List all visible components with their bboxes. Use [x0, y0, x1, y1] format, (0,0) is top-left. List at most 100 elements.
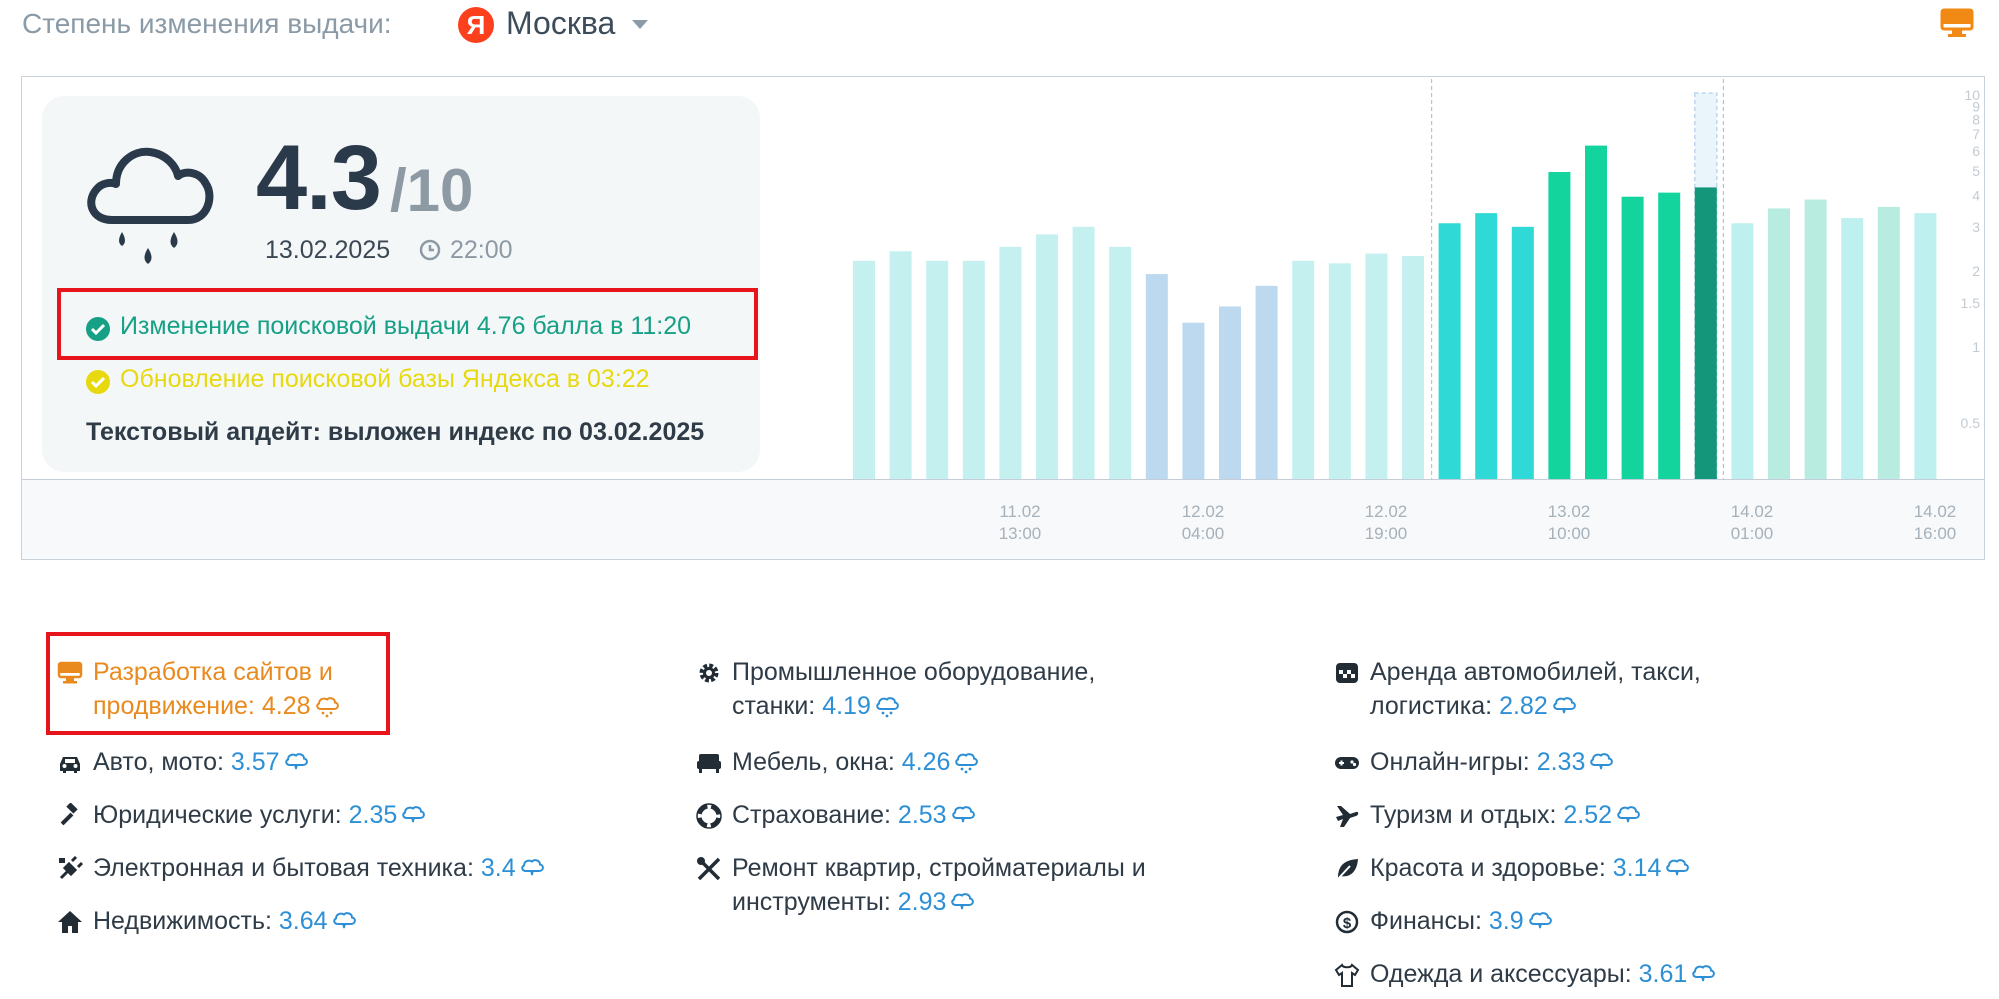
category-label[interactable]: Недвижимость: 3.64 [93, 904, 356, 938]
category-name: Разработка сайтов и [93, 658, 333, 686]
chart-bar [1109, 246, 1132, 479]
category-label[interactable]: Одежда и аксессуары: 3.61 [1370, 957, 1716, 991]
x-tick-label: 13:00 [999, 524, 1042, 543]
chart-bar [1402, 255, 1424, 479]
chart-bar [853, 260, 875, 479]
category-label[interactable]: Онлайн-игры: 2.33 [1370, 745, 1614, 779]
category-name-cont: инструменты: [732, 888, 891, 916]
monitor-icon[interactable] [1940, 8, 1974, 38]
category-label[interactable]: Красота и здоровье: 3.14 [1370, 851, 1690, 885]
y-tick-label: 3 [1972, 219, 1980, 235]
leaf-icon [1336, 859, 1358, 881]
chart-bar [1658, 192, 1681, 479]
x-tick-label: 16:00 [1914, 524, 1957, 543]
page-title: Степень изменения выдачи: [22, 8, 392, 39]
x-tick-label: 04:00 [1182, 524, 1225, 543]
plug-icon [59, 856, 83, 880]
category-value: 3.61 [1638, 960, 1688, 988]
category-value: 3.64 [278, 907, 328, 935]
car-icon [60, 757, 80, 773]
category-value: 4.28 [261, 692, 311, 720]
category-label[interactable]: Мебель, окна: 4.26 [732, 745, 979, 779]
x-tick-label: 14.02 [1914, 502, 1957, 521]
y-tick-label: 1 [1972, 339, 1980, 355]
x-tick-label: 19:00 [1365, 524, 1408, 543]
rain-cloud-icon [876, 697, 899, 718]
category-label[interactable]: Промышленное оборудование, станки: 4.19 [732, 655, 1095, 723]
cloud-icon [284, 753, 308, 770]
monitor-icon [57, 661, 83, 684]
cloud-icon [1617, 806, 1640, 823]
chart-bar [1877, 206, 1900, 479]
y-tick-label: 8 [1972, 111, 1980, 127]
svg-text:$: $ [1343, 915, 1352, 932]
rain-cloud-icon [955, 753, 979, 774]
category-value: 2.33 [1536, 748, 1586, 776]
y-tick-label: 2 [1972, 263, 1980, 279]
chart-bar [1731, 223, 1754, 479]
chart-bar [1292, 260, 1315, 479]
category-name: Юридические услуги: [93, 801, 342, 829]
y-tick-label: 7 [1972, 126, 1980, 142]
tools-icon [697, 857, 721, 881]
category-label[interactable]: Юридические услуги: 2.35 [93, 798, 426, 832]
category-value: 2.93 [897, 888, 947, 916]
x-tick-label: 13.02 [1548, 502, 1591, 521]
category-name-cont: станки: [732, 692, 816, 720]
chart-bar [1585, 145, 1607, 479]
category-value: 3.14 [1612, 854, 1662, 882]
yandex-logo: Я [458, 7, 494, 43]
chevron-down-icon[interactable] [632, 20, 648, 29]
category-name: Мебель, окна: [732, 748, 895, 776]
category-value: 2.82 [1499, 692, 1548, 720]
chart-bar [1365, 253, 1388, 479]
cloud-icon [1590, 753, 1614, 770]
chart-bar [1072, 226, 1095, 479]
category-value: 4.26 [901, 748, 951, 776]
y-tick-label: 5 [1972, 163, 1980, 179]
category-label[interactable]: Авто, мото: 3.57 [93, 745, 308, 779]
cloud-icon [402, 806, 426, 823]
rain-cloud-icon [315, 697, 339, 718]
category-value: 4.19 [822, 692, 871, 720]
chart-bar [1145, 274, 1168, 479]
chart-bar [926, 260, 949, 479]
category-name: Промышленное оборудование, [732, 658, 1096, 686]
x-tick-label: 12.02 [1182, 502, 1225, 521]
category-name: Онлайн-игры: [1370, 748, 1530, 776]
category-name: Туризм и отдых: [1370, 801, 1557, 829]
x-tick-label: 12.02 [1365, 502, 1408, 521]
chart-bar [1438, 223, 1461, 479]
category-label[interactable]: Разработка сайтов и продвижение: 4.28 [93, 655, 339, 723]
lifebuoy-icon [696, 803, 722, 829]
cloud-icon [520, 859, 544, 876]
gear-icon [699, 663, 719, 683]
cloud-icon [1553, 697, 1576, 714]
category-value: 3.57 [230, 748, 280, 776]
gamepad-icon [1335, 757, 1359, 769]
changes-bar-chart[interactable]: 10987654321.510.511.0213:0012.0204:0012.… [22, 77, 1984, 559]
chart-bar [1548, 172, 1571, 479]
category-label[interactable]: Финансы: 3.9 [1370, 904, 1552, 938]
category-name-cont: логистика: [1370, 692, 1493, 720]
category-name: Одежда и аксессуары: [1370, 960, 1632, 988]
category-value: 2.53 [897, 801, 947, 829]
category-label[interactable]: Электронная и бытовая техника: 3.4 [93, 851, 544, 885]
category-label[interactable]: Страхование: 2.53 [732, 798, 975, 832]
cloud-icon [951, 806, 975, 823]
cloud-icon [1692, 965, 1716, 982]
region-select[interactable]: Москва [506, 5, 615, 42]
category-value: 3.9 [1488, 907, 1524, 935]
category-label[interactable]: Аренда автомобилей, такси, логистика: 2.8… [1370, 655, 1701, 723]
chart-bar [1914, 213, 1937, 480]
category-label[interactable]: Туризм и отдых: 2.52 [1370, 798, 1640, 832]
chart-bar [1182, 322, 1205, 479]
y-tick-label: 0.5 [1961, 415, 1981, 431]
chart-bar [1511, 226, 1534, 479]
plane-icon [1336, 806, 1359, 827]
category-label[interactable]: Ремонт квартир, стройматериалы и инструме… [732, 851, 1146, 919]
category-value: 3.4 [480, 854, 516, 882]
y-tick-label: 4 [1972, 187, 1980, 203]
y-tick-label: 6 [1972, 143, 1980, 159]
chart-bar [1255, 285, 1278, 479]
